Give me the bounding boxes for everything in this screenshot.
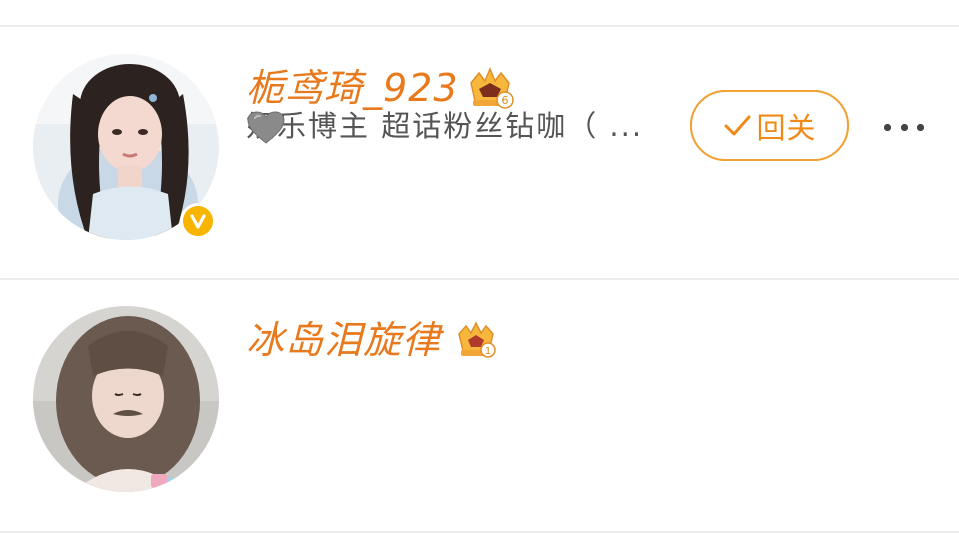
username[interactable]: 栀鸢琦_923 — [246, 65, 459, 111]
grey-heart-icon — [247, 111, 285, 144]
follow-back-button[interactable]: 回关 — [690, 90, 849, 161]
svg-text:6: 6 — [502, 94, 509, 107]
verified-badge — [180, 203, 216, 239]
verified-v-icon — [190, 214, 206, 229]
username[interactable]: 冰岛泪旋律 — [246, 317, 441, 363]
avatar-image — [33, 306, 219, 492]
list-item[interactable]: 冰岛泪旋律 1 — [0, 280, 959, 532]
follow-back-label: 回关 — [756, 110, 817, 145]
more-icon — [884, 123, 891, 131]
crown-icon: 1 — [455, 320, 497, 366]
divider-bottom — [0, 531, 959, 533]
svg-text:1: 1 — [485, 346, 491, 357]
bio-text: 娱乐博主 超话粉丝钻咖（ ... — [246, 109, 644, 143]
avatar[interactable] — [33, 306, 219, 492]
check-icon — [724, 115, 751, 135]
bio-text — [246, 110, 286, 154]
more-options-button[interactable] — [884, 117, 924, 137]
